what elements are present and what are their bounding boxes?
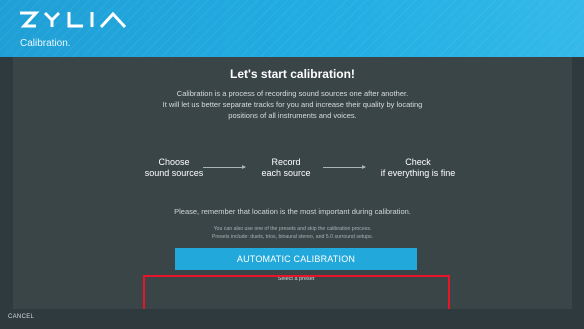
automatic-calibration-button[interactable]: AUTOMATIC CALIBRATION <box>175 248 417 270</box>
header-bar: Calibration. <box>0 0 584 57</box>
step-title: Record <box>271 157 301 167</box>
intro-line: positions of all instruments and voices. <box>228 111 357 120</box>
page-title: Let's start calibration! <box>230 67 355 81</box>
location-reminder: Please, remember that location is the mo… <box>174 207 411 216</box>
intro-line: Calibration is a process of recording so… <box>176 89 409 98</box>
calibration-window: Calibration. Let's start calibration! Ca… <box>0 0 584 329</box>
preset-note: You can also use one of the presets and … <box>13 225 572 241</box>
intro-line: It will let us better separate tracks fo… <box>162 100 423 109</box>
preset-note-line: You can also use one of the presets and … <box>213 226 372 232</box>
step-subtitle: each source <box>261 168 311 178</box>
step-choose: Choose sound sources <box>129 157 219 179</box>
cancel-button[interactable]: CANCEL <box>8 314 34 320</box>
calibration-steps: Choose sound sources Record each source … <box>13 157 572 183</box>
step-subtitle: sound sources <box>144 168 204 178</box>
step-subtitle: if everything is fine <box>380 168 456 178</box>
page-subtitle: Calibration. <box>20 38 71 49</box>
arrow-right-icon <box>203 165 246 169</box>
step-title: Check <box>405 157 431 167</box>
zylia-logo <box>20 11 127 29</box>
step-check: Check if everything is fine <box>358 157 478 179</box>
intro-text: Calibration is a process of recording so… <box>13 88 572 121</box>
calibration-panel: Let's start calibration! Calibration is … <box>13 57 572 309</box>
footer-bar: CANCEL <box>0 309 584 329</box>
preset-note-line: Presets include: duets, trios, binaural … <box>211 234 374 240</box>
step-record: Record each source <box>246 157 326 179</box>
